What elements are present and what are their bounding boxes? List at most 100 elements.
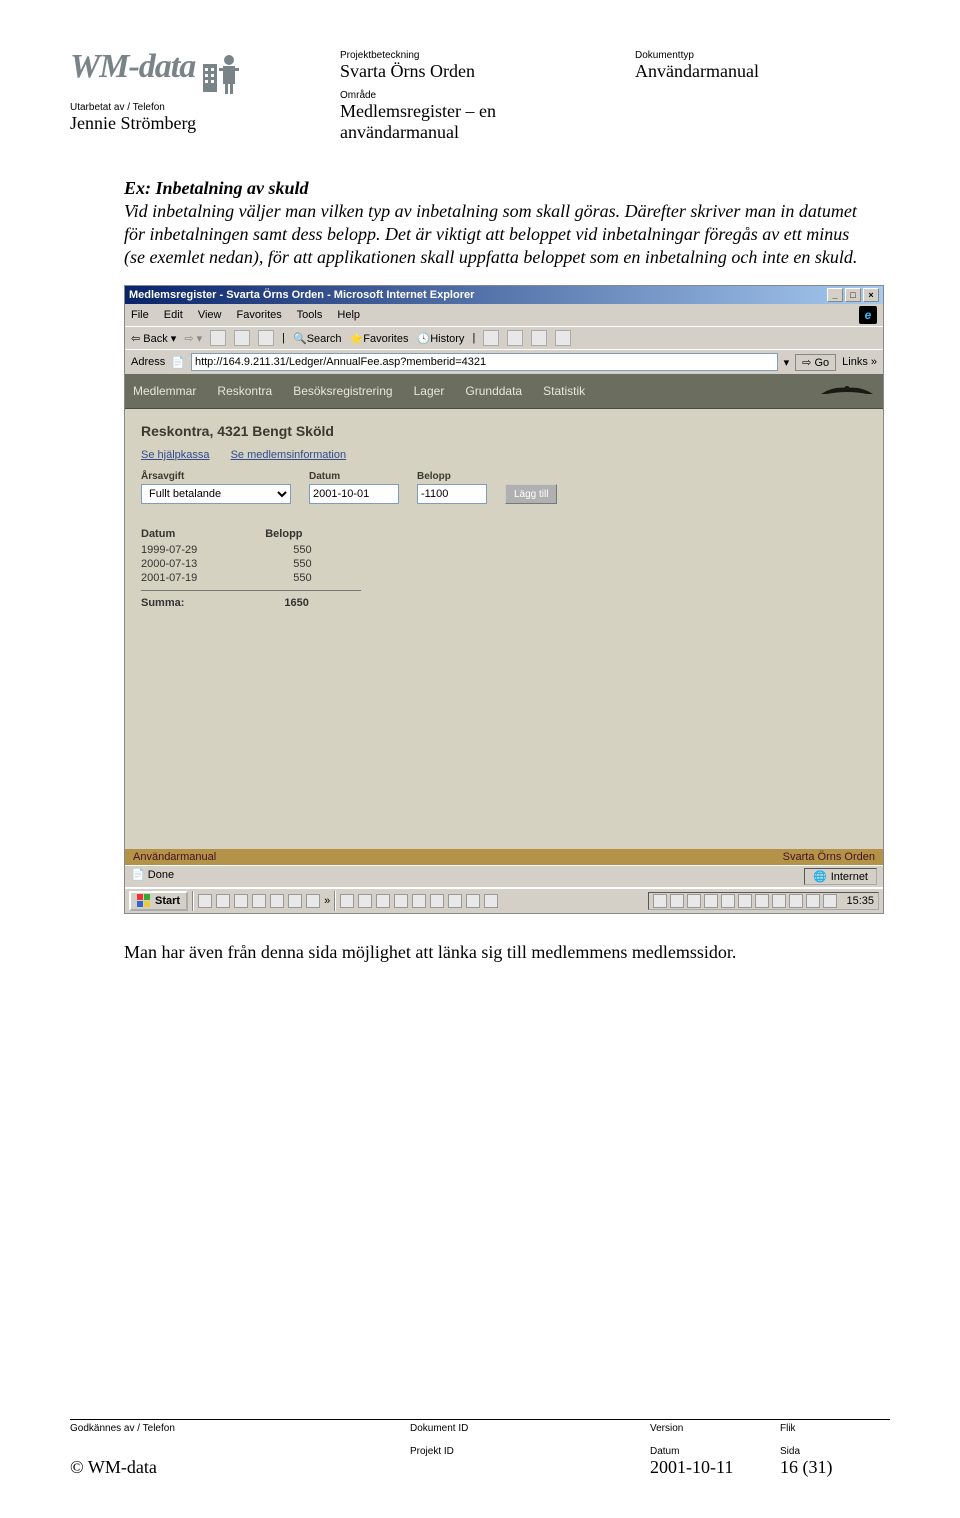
quicklaunch-icon[interactable] [216, 894, 230, 908]
ledger-table: Datum Belopp 1999-07-29 550 2000-07-13 5… [141, 528, 867, 609]
menu-bar: File Edit View Favorites Tools Help e [125, 304, 883, 326]
add-button[interactable]: Lägg till [505, 484, 557, 504]
tab-besoksregistrering[interactable]: Besöksregistrering [293, 384, 392, 398]
taskbar-app-icon[interactable] [484, 894, 498, 908]
footer-datum-value: 2001-10-11 [650, 1457, 780, 1478]
tab-reskontra[interactable]: Reskontra [217, 384, 272, 398]
stop-icon[interactable] [210, 330, 226, 346]
tray-icon[interactable] [755, 894, 769, 908]
belopp-input[interactable] [417, 484, 487, 504]
embedded-screenshot: Medlemsregister - Svarta Örns Orden - Mi… [124, 285, 884, 914]
minimize-icon[interactable]: _ [827, 288, 843, 302]
forward-button[interactable]: ⇨ ▾ [184, 332, 202, 345]
ledger-head-amount: Belopp [265, 528, 302, 540]
footer-datum-label: Datum [650, 1446, 780, 1457]
menu-help[interactable]: Help [337, 309, 360, 321]
dokumentid-label: Dokument ID [410, 1423, 650, 1434]
close-icon[interactable]: × [863, 288, 879, 302]
omrade-value: Medlemsregister – en användarmanual [340, 101, 595, 143]
belopp-label: Belopp [417, 471, 487, 482]
back-button[interactable]: ⇦ Back ▾ [131, 332, 176, 345]
logo-text: WM-data [70, 50, 195, 84]
ledger-sum-label: Summa: [141, 597, 184, 609]
document-footer: Godkännes av / Telefon Dokument ID Versi… [70, 1419, 890, 1478]
word-icon[interactable] [531, 330, 547, 346]
refresh-icon[interactable] [234, 330, 250, 346]
history-button[interactable]: 🕓History [417, 332, 465, 345]
tray-icon[interactable] [806, 894, 820, 908]
arsavgift-select[interactable]: Fullt betalande [141, 484, 291, 504]
ledger-row: 2000-07-13 550 [141, 558, 867, 570]
projekt-value: Svarta Örns Orden [340, 61, 595, 82]
eagle-logo-icon [819, 380, 875, 402]
tray-icon[interactable] [789, 894, 803, 908]
link-medlemsinformation[interactable]: Se medlemsinformation [231, 449, 347, 461]
search-button[interactable]: 🔍Search [293, 332, 342, 345]
windows-taskbar: Start » [125, 887, 883, 913]
mail-icon[interactable] [483, 330, 499, 346]
start-button[interactable]: Start [129, 891, 188, 911]
copyright-value: © WM-data [70, 1457, 410, 1478]
projektid-label: Projekt ID [410, 1446, 650, 1457]
taskbar-app-icon[interactable] [394, 894, 408, 908]
quicklaunch-icon[interactable] [252, 894, 266, 908]
ie-logo-icon: e [859, 306, 877, 324]
app-content-area: Reskontra, 4321 Bengt Sköld Se hjälpkass… [125, 409, 883, 849]
menu-favorites[interactable]: Favorites [237, 309, 282, 321]
omrade-label: Område [340, 90, 595, 101]
window-title: Medlemsregister - Svarta Örns Orden - Mi… [129, 289, 474, 301]
link-hjalpkassa[interactable]: Se hjälpkassa [141, 449, 210, 461]
taskbar-app-icon[interactable] [358, 894, 372, 908]
taskbar-app-icon[interactable] [376, 894, 390, 908]
discuss-icon[interactable] [555, 330, 571, 346]
expand-quicklaunch-icon[interactable]: » [324, 895, 330, 907]
tray-icon[interactable] [738, 894, 752, 908]
quicklaunch-icon[interactable] [270, 894, 284, 908]
address-dropdown-icon[interactable]: ▾ [784, 356, 790, 369]
taskbar-app-icon[interactable] [466, 894, 480, 908]
tray-icon[interactable] [704, 894, 718, 908]
print-icon[interactable] [507, 330, 523, 346]
tray-icon[interactable] [653, 894, 667, 908]
taskbar-app-icon[interactable] [448, 894, 462, 908]
links-button[interactable]: Links » [842, 356, 877, 368]
menu-file[interactable]: File [131, 309, 149, 321]
ledger-row: 1999-07-29 550 [141, 544, 867, 556]
body-text-block: Ex: Inbetalning av skuld Vid inbetalning… [124, 177, 864, 269]
datum-input[interactable] [309, 484, 399, 504]
tray-icon[interactable] [721, 894, 735, 908]
ledger-sum-value: 1650 [284, 597, 308, 609]
datum-label: Datum [309, 471, 399, 482]
tab-medlemmar[interactable]: Medlemmar [133, 384, 196, 398]
go-button[interactable]: ⇨ Go [795, 354, 836, 371]
app-navigation-bar: Medlemmar Reskontra Besöksregistrering L… [125, 374, 883, 409]
menu-edit[interactable]: Edit [164, 309, 183, 321]
address-input[interactable] [191, 353, 778, 371]
quicklaunch-icon[interactable] [234, 894, 248, 908]
arsavgift-label: Årsavgift [141, 471, 291, 482]
menu-view[interactable]: View [198, 309, 222, 321]
quicklaunch-icon[interactable] [198, 894, 212, 908]
menu-tools[interactable]: Tools [297, 309, 323, 321]
body-paragraph: Vid inbetalning väljer man vilken typ av… [124, 200, 864, 269]
maximize-icon[interactable]: □ [845, 288, 861, 302]
home-icon[interactable] [258, 330, 274, 346]
tab-lager[interactable]: Lager [414, 384, 445, 398]
status-bar: 📄 Done 🌐Internet [125, 865, 883, 887]
tab-statistik[interactable]: Statistik [543, 384, 585, 398]
quicklaunch-icon[interactable] [306, 894, 320, 908]
tray-icon[interactable] [772, 894, 786, 908]
doktype-label: Dokumenttyp [635, 50, 890, 61]
example-title: Ex: Inbetalning av skuld [124, 178, 309, 198]
favorites-button[interactable]: ⭐Favorites [350, 332, 409, 345]
windows-icon [137, 894, 151, 908]
quicklaunch-icon[interactable] [288, 894, 302, 908]
tray-icon[interactable] [687, 894, 701, 908]
status-zone: Internet [831, 871, 868, 883]
taskbar-app-icon[interactable] [412, 894, 426, 908]
tab-grunddata[interactable]: Grunddata [465, 384, 522, 398]
tray-icon[interactable] [670, 894, 684, 908]
tray-icon[interactable] [823, 894, 837, 908]
taskbar-app-icon[interactable] [430, 894, 444, 908]
taskbar-app-icon[interactable] [340, 894, 354, 908]
